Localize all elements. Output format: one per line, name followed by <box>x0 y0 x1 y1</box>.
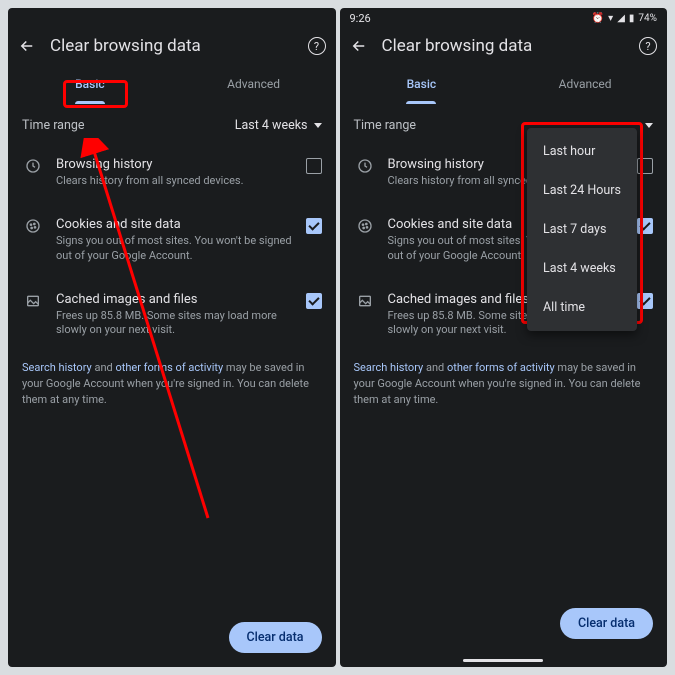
clock-icon <box>22 157 44 174</box>
tabs: Basic Advanced <box>8 64 336 104</box>
footer-note: Search history and other forms of activi… <box>8 352 336 422</box>
back-icon[interactable] <box>18 37 36 55</box>
option-subtitle: Signs you out of most sites. You won't b… <box>56 234 294 264</box>
dropdown-item-last-4-weeks[interactable]: Last 4 weeks <box>527 249 637 288</box>
clock-icon <box>354 157 376 174</box>
dropdown-item-last-7-days[interactable]: Last 7 days <box>527 210 637 249</box>
signal-icon: ◢ <box>617 13 625 24</box>
time-range-value <box>645 123 653 128</box>
checkbox-cookies[interactable] <box>637 218 653 234</box>
status-bar: 9:26 ⏰ ▾ ◢ ▮ 74% <box>340 8 668 28</box>
wifi-icon: ▾ <box>608 13 613 24</box>
tab-basic[interactable]: Basic <box>8 64 172 104</box>
tab-advanced[interactable]: Advanced <box>503 64 667 104</box>
battery-icon: ▮ <box>629 13 635 24</box>
checkbox-history[interactable] <box>637 158 653 174</box>
tab-basic[interactable]: Basic <box>340 64 504 104</box>
tabs: Basic Advanced <box>340 64 668 104</box>
checkbox-history[interactable] <box>306 158 322 174</box>
status-icons: ⏰ ▾ ◢ ▮ 74% <box>592 13 657 24</box>
time-range-value: Last 4 weeks <box>235 118 322 133</box>
footer: Clear data <box>340 594 668 653</box>
nav-bar <box>340 653 668 667</box>
checkbox-cookies[interactable] <box>306 218 322 234</box>
link-search-history[interactable]: Search history <box>22 361 92 374</box>
time-range-label: Time range <box>354 118 417 133</box>
option-cookies[interactable]: Cookies and site data Signs you out of m… <box>8 203 336 278</box>
help-icon[interactable]: ? <box>308 37 326 55</box>
time-range-dropdown: Last hour Last 24 Hours Last 7 days Last… <box>527 128 637 331</box>
battery-percent: 74% <box>638 13 657 24</box>
option-subtitle: Frees up 85.8 MB. Some sites may load mo… <box>56 309 294 339</box>
link-other-activity[interactable]: other forms of activity <box>115 361 223 374</box>
page-title: Clear browsing data <box>382 36 626 56</box>
dropdown-item-last-24-hours[interactable]: Last 24 Hours <box>527 171 637 210</box>
status-time: 9:26 <box>350 12 371 25</box>
time-range-row[interactable]: Time range Last 4 weeks <box>8 104 336 143</box>
link-other-activity[interactable]: other forms of activity <box>447 361 555 374</box>
phone-left: Clear browsing data ? Basic Advanced Tim… <box>8 8 336 667</box>
checkbox-cache[interactable] <box>637 293 653 309</box>
status-bar <box>8 8 336 28</box>
link-search-history[interactable]: Search history <box>354 361 424 374</box>
app-bar: Clear browsing data ? <box>8 28 336 64</box>
back-icon[interactable] <box>350 37 368 55</box>
clear-data-button[interactable]: Clear data <box>229 622 322 653</box>
cookie-icon <box>22 217 44 234</box>
option-title: Browsing history <box>56 157 294 172</box>
alarm-icon: ⏰ <box>592 13 604 24</box>
nav-pill[interactable] <box>463 659 543 662</box>
option-cache[interactable]: Cached images and files Frees up 85.8 MB… <box>8 278 336 353</box>
phone-right: 9:26 ⏰ ▾ ◢ ▮ 74% Clear browsing data ? B… <box>340 8 668 667</box>
footer: Clear data <box>8 608 336 667</box>
option-title: Cached images and files <box>56 292 294 307</box>
option-title: Cookies and site data <box>56 217 294 232</box>
footer-note: Search history and other forms of activi… <box>340 352 668 422</box>
image-icon <box>22 292 44 309</box>
dropdown-item-last-hour[interactable]: Last hour <box>527 132 637 171</box>
option-browsing-history[interactable]: Browsing history Clears history from all… <box>8 143 336 203</box>
help-icon[interactable]: ? <box>639 37 657 55</box>
dropdown-item-all-time[interactable]: All time <box>527 288 637 327</box>
chevron-down-icon <box>645 123 653 128</box>
tab-advanced[interactable]: Advanced <box>172 64 336 104</box>
time-range-label: Time range <box>22 118 85 133</box>
chevron-down-icon <box>314 123 322 128</box>
clear-data-button[interactable]: Clear data <box>560 608 653 639</box>
image-icon <box>354 292 376 309</box>
page-title: Clear browsing data <box>50 36 294 56</box>
app-bar: Clear browsing data ? <box>340 28 668 64</box>
option-subtitle: Clears history from all synced devices. <box>56 174 294 189</box>
cookie-icon <box>354 217 376 234</box>
checkbox-cache[interactable] <box>306 293 322 309</box>
